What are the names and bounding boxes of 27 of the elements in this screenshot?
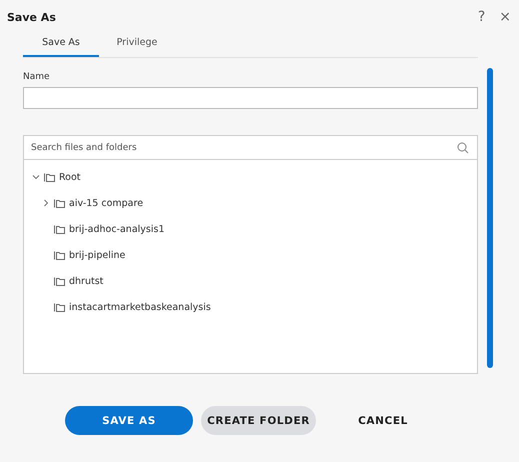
scrollbar[interactable] [487,68,493,368]
action-button[interactable]: CANCEL [324,406,442,435]
tree-item[interactable]: dhrutst [69,276,104,286]
chevron-icon[interactable] [32,173,40,181]
field-label: Name [23,72,51,82]
tree-item[interactable]: brij-adhoc-analysis1 [69,224,164,234]
tree-item[interactable]: Root [59,172,81,182]
action-button[interactable]: SAVE AS [65,406,193,435]
search-field[interactable]: Search files and folders [24,136,477,160]
name-field[interactable] [23,87,478,109]
tab[interactable]: Privilege [99,34,175,57]
window-title: Save As [7,10,57,24]
folder-icon [54,302,65,312]
folder-icon [44,172,55,182]
tree-item[interactable]: brij-pipeline [69,250,126,260]
help-button[interactable]: ? [478,9,486,25]
folder-icon [54,198,65,208]
search-icon [457,142,469,154]
close-button[interactable]: × [499,9,511,25]
folder-icon [54,224,65,234]
tab[interactable]: Save As [23,34,99,57]
folder-icon [54,276,65,286]
folder-icon [54,250,65,260]
chevron-icon[interactable] [42,199,50,207]
tree-item[interactable]: aiv-15 compare [69,198,144,208]
tree-item[interactable]: instacartmarketbaskeanalysis [69,302,211,312]
action-button[interactable]: CREATE FOLDER [201,406,316,435]
